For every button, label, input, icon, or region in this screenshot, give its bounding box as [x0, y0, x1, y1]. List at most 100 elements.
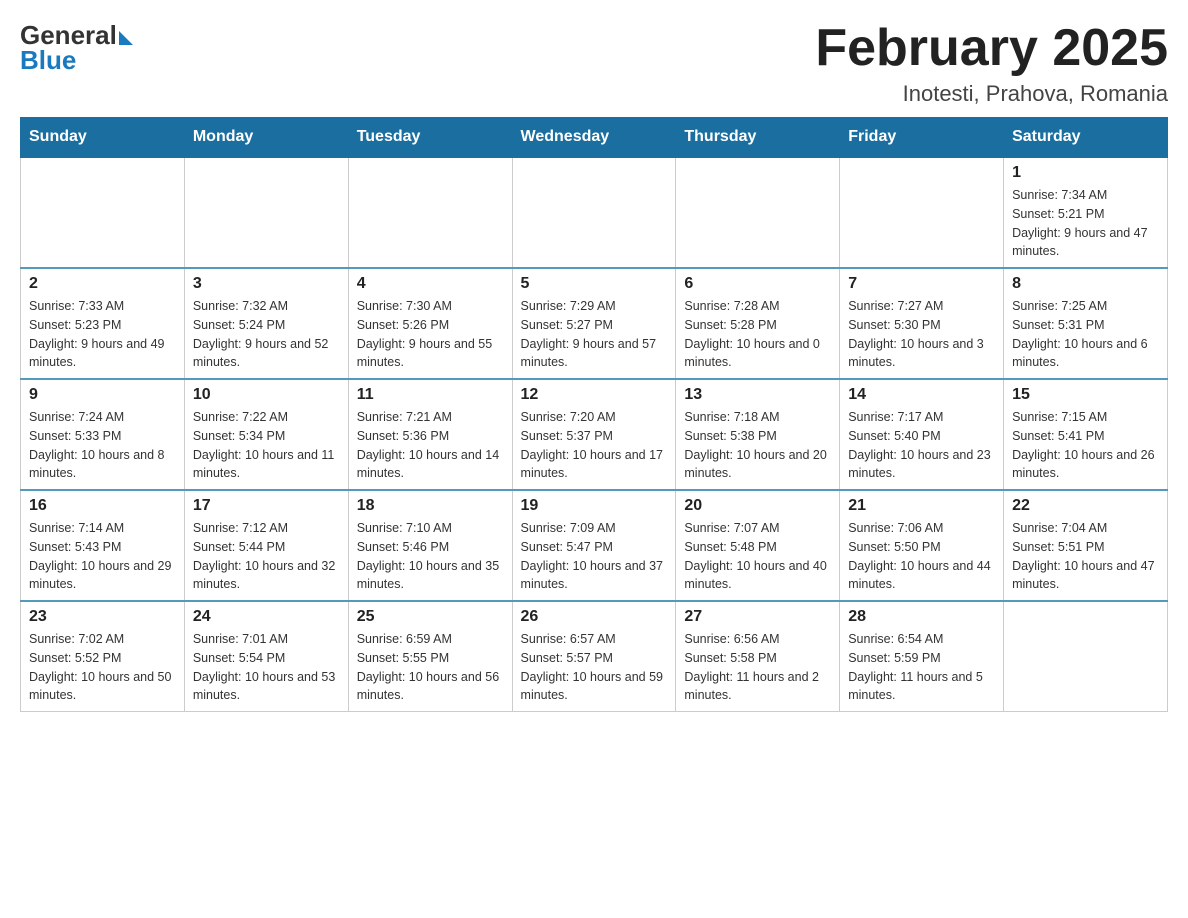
day-number: 12: [521, 386, 668, 404]
calendar-cell: 2Sunrise: 7:33 AM Sunset: 5:23 PM Daylig…: [21, 268, 185, 379]
calendar-cell: 7 Sunrise: 7:27 AM Sunset: 5:30 PM Daylig…: [840, 268, 1004, 379]
day-number: 19: [521, 497, 668, 515]
day-number: 9: [29, 386, 176, 404]
calendar-cell: [512, 157, 676, 268]
logo-arrow-icon: [119, 31, 133, 45]
day-info: Sunrise: 7:02 AM Sunset: 5:52 PM Dayligh…: [29, 630, 176, 705]
month-title: February 2025: [815, 20, 1168, 77]
weekday-header-row: SundayMondayTuesdayWednesdayThursdayFrid…: [21, 118, 1168, 158]
calendar-cell: [676, 157, 840, 268]
day-info: Sunrise: 6:59 AM Sunset: 5:55 PM Dayligh…: [357, 630, 504, 705]
calendar-cell: 22Sunrise: 7:04 AM Sunset: 5:51 PM Dayli…: [1004, 490, 1168, 601]
weekday-header-saturday: Saturday: [1004, 118, 1168, 158]
weekday-header-thursday: Thursday: [676, 118, 840, 158]
calendar-cell: 13 Sunrise: 7:18 AM Sunset: 5:38 PM Dayli…: [676, 379, 840, 490]
day-number: 13: [684, 386, 831, 404]
day-number: 20: [684, 497, 831, 515]
day-number: 27: [684, 608, 831, 626]
logo-blue-text: Blue: [20, 45, 76, 76]
location-title: Inotesti, Prahova, Romania: [815, 81, 1168, 107]
day-number: 3: [193, 275, 340, 293]
calendar-table: SundayMondayTuesdayWednesdayThursdayFrid…: [20, 117, 1168, 712]
weekday-header-monday: Monday: [184, 118, 348, 158]
weekday-header-tuesday: Tuesday: [348, 118, 512, 158]
calendar-cell: 4 Sunrise: 7:30 AM Sunset: 5:26 PM Daylig…: [348, 268, 512, 379]
day-number: 21: [848, 497, 995, 515]
day-number: 4: [357, 275, 504, 293]
day-info: Sunrise: 7:17 AM Sunset: 5:40 PM Dayligh…: [848, 408, 995, 483]
day-info: Sunrise: 7:27 AM Sunset: 5:30 PM Dayligh…: [848, 297, 995, 372]
weekday-header-wednesday: Wednesday: [512, 118, 676, 158]
calendar-cell: 17 Sunrise: 7:12 AM Sunset: 5:44 PM Dayli…: [184, 490, 348, 601]
calendar-cell: 14 Sunrise: 7:17 AM Sunset: 5:40 PM Dayli…: [840, 379, 1004, 490]
day-number: 10: [193, 386, 340, 404]
title-area: February 2025 Inotesti, Prahova, Romania: [815, 20, 1168, 107]
calendar-cell: [348, 157, 512, 268]
day-info: Sunrise: 7:10 AM Sunset: 5:46 PM Dayligh…: [357, 519, 504, 594]
day-info: Sunrise: 6:56 AM Sunset: 5:58 PM Dayligh…: [684, 630, 831, 705]
day-info: Sunrise: 7:29 AM Sunset: 5:27 PM Dayligh…: [521, 297, 668, 372]
day-number: 1: [1012, 164, 1159, 182]
day-info: Sunrise: 7:22 AM Sunset: 5:34 PM Dayligh…: [193, 408, 340, 483]
calendar-cell: 6Sunrise: 7:28 AM Sunset: 5:28 PM Daylig…: [676, 268, 840, 379]
day-info: Sunrise: 7:24 AM Sunset: 5:33 PM Dayligh…: [29, 408, 176, 483]
calendar-week-4: 16 Sunrise: 7:14 AM Sunset: 5:43 PM Dayli…: [21, 490, 1168, 601]
day-info: Sunrise: 7:25 AM Sunset: 5:31 PM Dayligh…: [1012, 297, 1159, 372]
day-number: 24: [193, 608, 340, 626]
day-info: Sunrise: 7:30 AM Sunset: 5:26 PM Dayligh…: [357, 297, 504, 372]
day-info: Sunrise: 7:20 AM Sunset: 5:37 PM Dayligh…: [521, 408, 668, 483]
day-info: Sunrise: 7:18 AM Sunset: 5:38 PM Dayligh…: [684, 408, 831, 483]
day-number: 2: [29, 275, 176, 293]
day-number: 15: [1012, 386, 1159, 404]
calendar-cell: 11 Sunrise: 7:21 AM Sunset: 5:36 PM Dayli…: [348, 379, 512, 490]
day-number: 22: [1012, 497, 1159, 515]
calendar-cell: [184, 157, 348, 268]
day-info: Sunrise: 7:21 AM Sunset: 5:36 PM Dayligh…: [357, 408, 504, 483]
day-number: 16: [29, 497, 176, 515]
calendar-cell: 18 Sunrise: 7:10 AM Sunset: 5:46 PM Dayli…: [348, 490, 512, 601]
weekday-header-sunday: Sunday: [21, 118, 185, 158]
day-info: Sunrise: 7:28 AM Sunset: 5:28 PM Dayligh…: [684, 297, 831, 372]
day-info: Sunrise: 7:07 AM Sunset: 5:48 PM Dayligh…: [684, 519, 831, 594]
calendar-cell: 12 Sunrise: 7:20 AM Sunset: 5:37 PM Dayli…: [512, 379, 676, 490]
calendar-week-1: 1 Sunrise: 7:34 AM Sunset: 5:21 PM Daylig…: [21, 157, 1168, 268]
calendar-cell: 3 Sunrise: 7:32 AM Sunset: 5:24 PM Daylig…: [184, 268, 348, 379]
day-info: Sunrise: 7:12 AM Sunset: 5:44 PM Dayligh…: [193, 519, 340, 594]
calendar-cell: 5Sunrise: 7:29 AM Sunset: 5:27 PM Daylig…: [512, 268, 676, 379]
day-info: Sunrise: 6:54 AM Sunset: 5:59 PM Dayligh…: [848, 630, 995, 705]
calendar-cell: 24 Sunrise: 7:01 AM Sunset: 5:54 PM Dayli…: [184, 601, 348, 712]
day-number: 26: [521, 608, 668, 626]
day-info: Sunrise: 7:01 AM Sunset: 5:54 PM Dayligh…: [193, 630, 340, 705]
calendar-cell: 10 Sunrise: 7:22 AM Sunset: 5:34 PM Dayli…: [184, 379, 348, 490]
calendar-cell: [840, 157, 1004, 268]
calendar-cell: 28Sunrise: 6:54 AM Sunset: 5:59 PM Dayli…: [840, 601, 1004, 712]
calendar-cell: 1 Sunrise: 7:34 AM Sunset: 5:21 PM Daylig…: [1004, 157, 1168, 268]
calendar-week-3: 9 Sunrise: 7:24 AM Sunset: 5:33 PM Daylig…: [21, 379, 1168, 490]
day-number: 23: [29, 608, 176, 626]
day-info: Sunrise: 7:06 AM Sunset: 5:50 PM Dayligh…: [848, 519, 995, 594]
day-info: Sunrise: 6:57 AM Sunset: 5:57 PM Dayligh…: [521, 630, 668, 705]
day-info: Sunrise: 7:32 AM Sunset: 5:24 PM Dayligh…: [193, 297, 340, 372]
calendar-cell: 20 Sunrise: 7:07 AM Sunset: 5:48 PM Dayli…: [676, 490, 840, 601]
day-number: 11: [357, 386, 504, 404]
day-info: Sunrise: 7:34 AM Sunset: 5:21 PM Dayligh…: [1012, 186, 1159, 261]
day-number: 7: [848, 275, 995, 293]
calendar-cell: 23 Sunrise: 7:02 AM Sunset: 5:52 PM Dayli…: [21, 601, 185, 712]
page-header: General Blue February 2025 Inotesti, Pra…: [20, 20, 1168, 107]
calendar-week-2: 2Sunrise: 7:33 AM Sunset: 5:23 PM Daylig…: [21, 268, 1168, 379]
calendar-week-5: 23 Sunrise: 7:02 AM Sunset: 5:52 PM Dayli…: [21, 601, 1168, 712]
day-number: 14: [848, 386, 995, 404]
calendar-cell: 15 Sunrise: 7:15 AM Sunset: 5:41 PM Dayli…: [1004, 379, 1168, 490]
calendar-cell: 21 Sunrise: 7:06 AM Sunset: 5:50 PM Dayli…: [840, 490, 1004, 601]
day-number: 8: [1012, 275, 1159, 293]
day-number: 18: [357, 497, 504, 515]
calendar-cell: 8 Sunrise: 7:25 AM Sunset: 5:31 PM Daylig…: [1004, 268, 1168, 379]
logo: General Blue: [20, 20, 133, 76]
day-info: Sunrise: 7:14 AM Sunset: 5:43 PM Dayligh…: [29, 519, 176, 594]
calendar-cell: 9 Sunrise: 7:24 AM Sunset: 5:33 PM Daylig…: [21, 379, 185, 490]
weekday-header-friday: Friday: [840, 118, 1004, 158]
day-number: 17: [193, 497, 340, 515]
day-info: Sunrise: 7:15 AM Sunset: 5:41 PM Dayligh…: [1012, 408, 1159, 483]
calendar-cell: [1004, 601, 1168, 712]
calendar-cell: 16 Sunrise: 7:14 AM Sunset: 5:43 PM Dayli…: [21, 490, 185, 601]
